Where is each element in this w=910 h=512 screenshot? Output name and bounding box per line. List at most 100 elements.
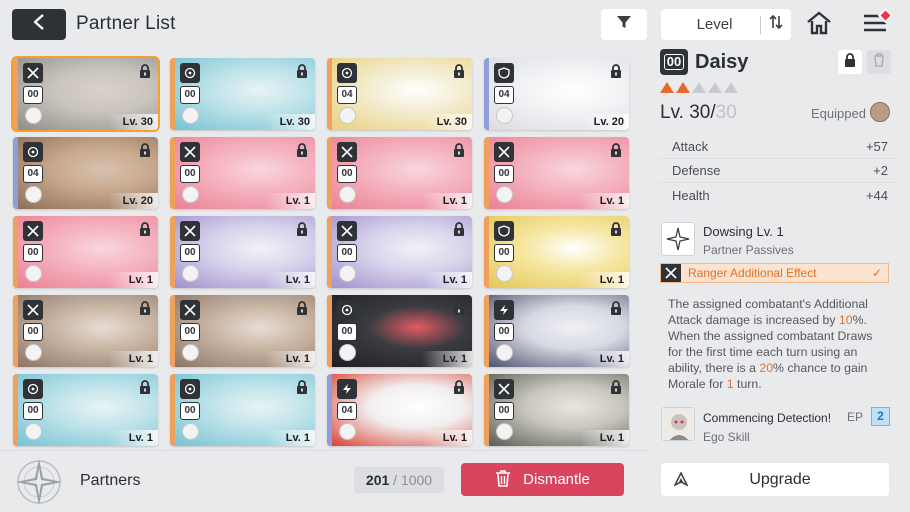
partner-card-3[interactable]: 04 Lv. 30	[327, 58, 472, 130]
cross-swords-icon	[23, 221, 43, 241]
filter-button[interactable]	[601, 9, 647, 40]
partner-grid: 00 Lv. 30 00 Lv. 30 04 Lv. 30 04 Lv. 20 …	[11, 56, 642, 450]
level-max: 30	[715, 102, 737, 123]
mini-avatar	[24, 265, 42, 282]
target-icon	[23, 379, 43, 399]
partner-card-4[interactable]: 04 Lv. 20	[484, 58, 629, 130]
partner-card-10[interactable]: 00 Lv. 1	[170, 216, 315, 288]
rarity-strip	[484, 295, 489, 367]
partner-card-12[interactable]: 00 Lv. 1	[484, 216, 629, 288]
lock-icon	[138, 300, 152, 315]
partner-badges: 00	[22, 221, 44, 282]
partner-level: Lv. 1	[128, 353, 153, 365]
partner-card-2[interactable]: 00 Lv. 30	[170, 58, 315, 130]
rank-badge: 04	[23, 165, 43, 183]
partner-badges: 00	[493, 142, 515, 203]
menu-button[interactable]	[857, 7, 894, 41]
partner-badges: 00	[179, 300, 201, 361]
star-filled-icon	[660, 82, 674, 93]
partner-card-1[interactable]: 00 Lv. 30	[11, 56, 160, 132]
partner-level: Lv. 1	[599, 274, 624, 286]
rarity-strip	[170, 216, 175, 288]
lock-icon	[295, 63, 309, 78]
cross-swords-icon	[494, 379, 514, 399]
equipped-avatar[interactable]	[870, 102, 890, 122]
partner-level: Lv. 1	[285, 432, 310, 444]
home-icon	[806, 10, 832, 40]
partner-level: Lv. 20	[122, 195, 153, 207]
partner-card-20[interactable]: 00 Lv. 1	[484, 374, 629, 446]
partner-card-14[interactable]: 00 Lv. 1	[170, 295, 315, 367]
partner-badges: 00	[179, 63, 201, 124]
partner-card-7[interactable]: 00 Lv. 1	[327, 137, 472, 209]
rarity-strip	[170, 58, 175, 130]
lock-icon	[452, 379, 466, 394]
partner-badges: 00	[336, 142, 358, 203]
partner-level: Lv. 1	[599, 432, 624, 444]
rarity-strip	[484, 58, 489, 130]
rarity-strip	[484, 374, 489, 446]
partner-badges: 00	[493, 221, 515, 282]
sort-dropdown[interactable]: Level	[661, 9, 791, 40]
level-current: Lv. 30/	[660, 102, 716, 123]
partner-card-15[interactable]: 00 Lv. 1	[327, 295, 472, 367]
upgrade-button[interactable]: Upgrade	[661, 463, 889, 496]
rank-badge: 00	[23, 323, 43, 341]
rank-badge: 00	[180, 86, 200, 104]
shield-icon	[494, 221, 514, 241]
lock-icon	[609, 300, 623, 315]
partner-card-13[interactable]: 00 Lv. 1	[13, 295, 158, 367]
bolt-icon	[494, 300, 514, 320]
partner-count: 201 / 1000	[354, 467, 444, 493]
partner-card-8[interactable]: 00 Lv. 1	[484, 137, 629, 209]
rarity-strip	[484, 216, 489, 288]
partner-level: Lv. 1	[128, 432, 153, 444]
partner-card-16[interactable]: 00 Lv. 1	[484, 295, 629, 367]
partner-level: Lv. 1	[285, 274, 310, 286]
partner-badges: 00	[493, 300, 515, 361]
partner-card-17[interactable]: 00 Lv. 1	[13, 374, 158, 446]
lock-icon	[295, 221, 309, 236]
mini-avatar	[495, 186, 513, 203]
back-button[interactable]	[12, 9, 66, 40]
cross-swords-icon	[23, 63, 43, 83]
desc-highlight: 1	[726, 377, 734, 391]
back-arrow-icon	[31, 13, 47, 36]
partner-card-5[interactable]: 04 Lv. 20	[13, 137, 158, 209]
stat-list: Attack +57 Defense +2 Health +44	[660, 135, 898, 207]
dismantle-button[interactable]: Dismantle	[461, 463, 624, 496]
ego-skill-title: Commencing Detection!	[703, 411, 832, 425]
partner-card-18[interactable]: 00 Lv. 1	[170, 374, 315, 446]
partner-detail-panel: 00 Daisy Lv. 30/30 Equipped Attack +57 Def…	[650, 45, 910, 450]
sort-order-icon	[768, 14, 784, 35]
mini-avatar	[495, 107, 513, 124]
partner-card-19[interactable]: 04 Lv. 1	[327, 374, 472, 446]
compass-icon	[661, 222, 695, 256]
mini-avatar	[495, 344, 513, 361]
lock-toggle-button[interactable]	[838, 50, 862, 74]
sort-order-toggle[interactable]	[761, 14, 791, 35]
rarity-strip	[170, 374, 175, 446]
rarity-strip	[170, 295, 175, 367]
additional-effect-bar[interactable]: Ranger Additional Effect ✓	[660, 263, 889, 283]
cross-swords-icon	[337, 142, 357, 162]
cross-swords-icon	[23, 300, 43, 320]
partner-badges: 00	[179, 379, 201, 440]
partner-level: Lv. 1	[442, 353, 467, 365]
cross-swords-icon	[494, 142, 514, 162]
partner-card-6[interactable]: 00 Lv. 1	[170, 137, 315, 209]
rarity-strip	[327, 58, 332, 130]
delete-button[interactable]	[867, 50, 891, 74]
target-icon	[180, 63, 200, 83]
bolt-icon	[337, 379, 357, 399]
partner-level: Lv. 1	[128, 274, 153, 286]
target-icon	[23, 142, 43, 162]
partner-card-9[interactable]: 00 Lv. 1	[13, 216, 158, 288]
partner-card-11[interactable]: 00 Lv. 1	[327, 216, 472, 288]
upgrade-label: Upgrade	[749, 470, 811, 488]
cross-swords-icon	[180, 300, 200, 320]
mini-avatar	[24, 186, 42, 203]
shield-icon	[494, 63, 514, 83]
mini-avatar	[24, 344, 42, 361]
home-button[interactable]	[803, 10, 835, 40]
